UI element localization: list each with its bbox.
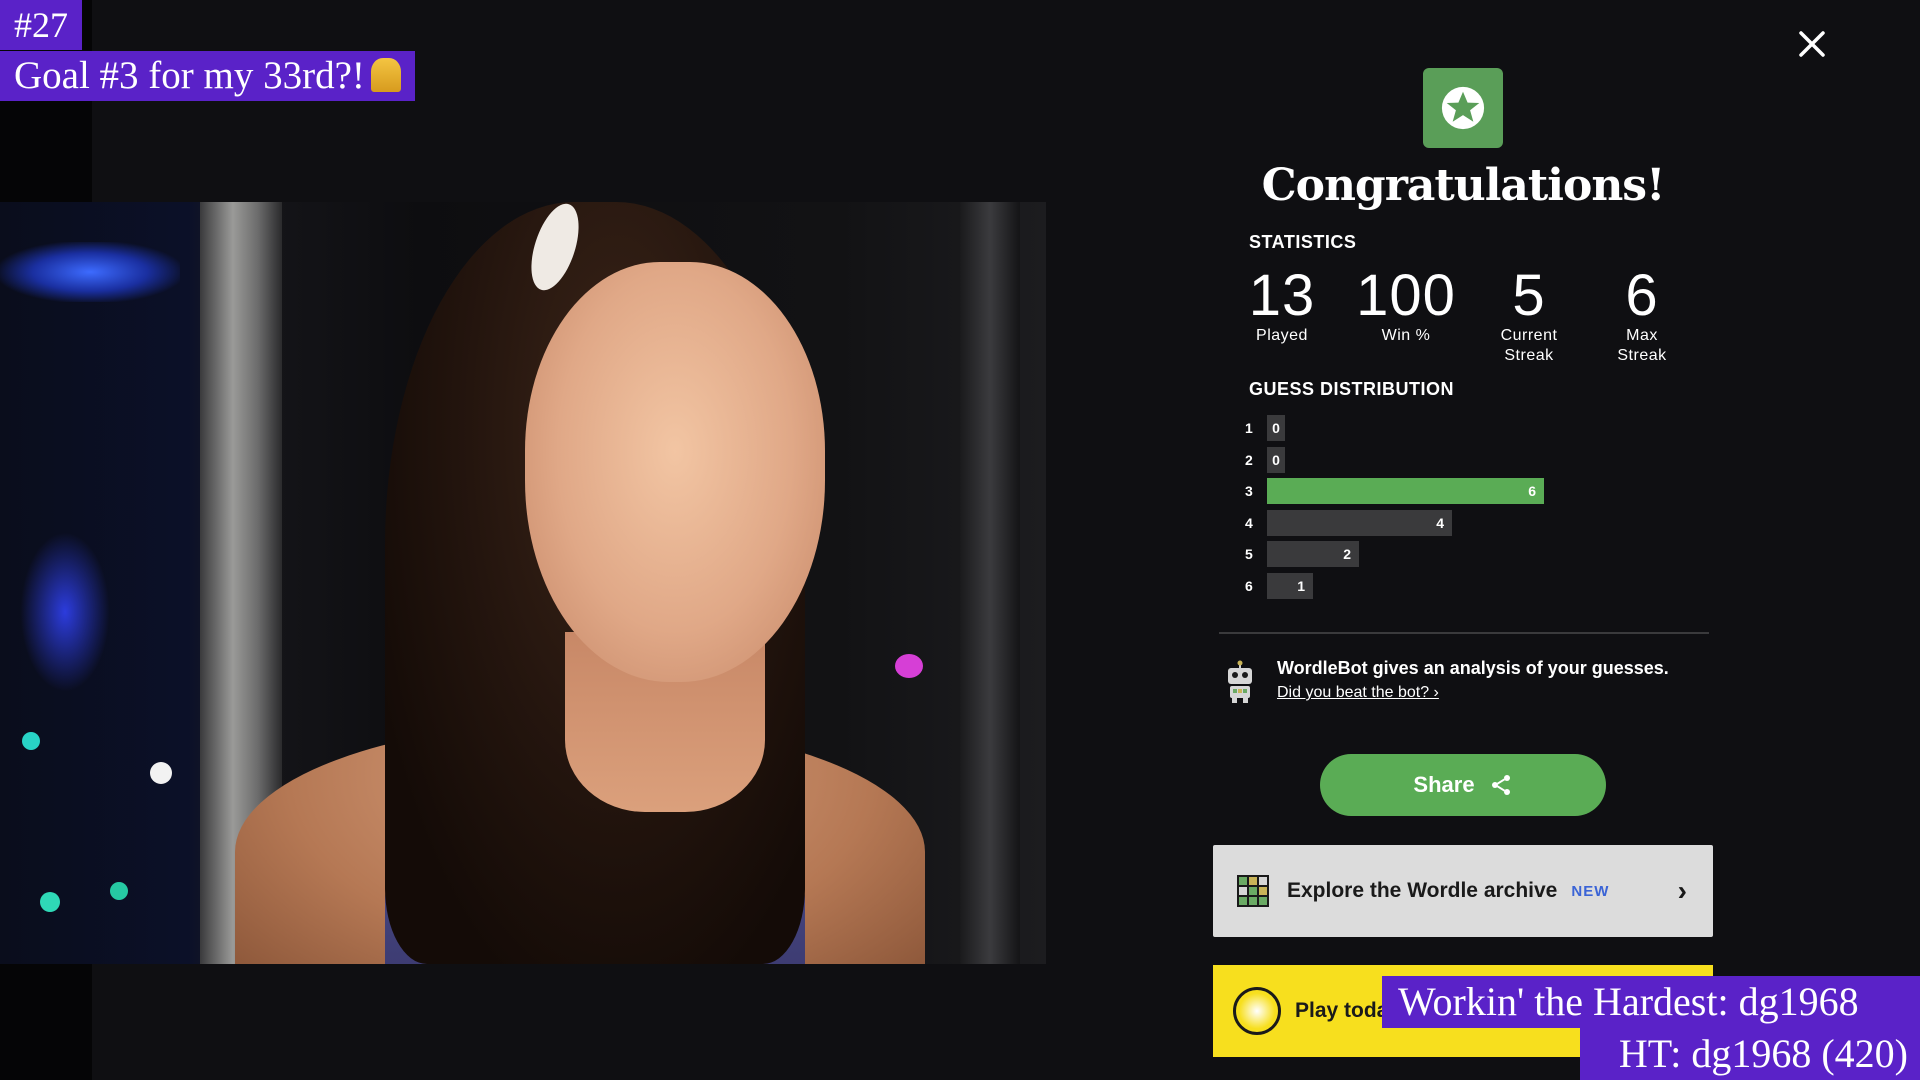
distribution-row: 52 [1245, 541, 1359, 567]
hype-train-overlay: HT: dg1968 (420) [1580, 1028, 1920, 1080]
distribution-row: 61 [1245, 572, 1313, 599]
wordlebot-description: WordleBot gives an analysis of your gues… [1277, 658, 1669, 678]
distribution-bar: 6 [1267, 478, 1544, 504]
new-badge: NEW [1571, 882, 1610, 900]
city-light [40, 892, 60, 912]
distribution-bar: 0 [1267, 446, 1285, 473]
achievement-badge [1423, 68, 1503, 148]
distribution-row: 10 [1245, 415, 1285, 441]
guess-number: 1 [1245, 420, 1253, 436]
stat-label: Current Streak [1500, 327, 1558, 364]
guess-number: 6 [1245, 577, 1253, 594]
modal-title: Congratulations! [1261, 160, 1666, 211]
city-light [20, 532, 110, 692]
stat-value: 6 [1625, 263, 1659, 328]
window-frame [960, 202, 1020, 964]
stat-label: Win % [1381, 327, 1431, 344]
archive-label: Explore the Wordle archive [1287, 879, 1558, 902]
goal-text: Goal #3 for my 33rd?! [14, 54, 365, 97]
stat-played: 13 Played [1240, 266, 1324, 346]
wordle-archive-button[interactable]: Explore the Wordle archive NEW › [1213, 845, 1713, 937]
stream-goal: Goal #3 for my 33rd?! [0, 51, 415, 101]
statistics-heading: STATISTICS [1249, 232, 1357, 252]
stat-value: 5 [1512, 263, 1546, 328]
share-icon [1491, 775, 1510, 795]
streamer [235, 202, 925, 964]
distribution-bar: 2 [1267, 541, 1359, 567]
close-icon [1799, 31, 1825, 57]
distribution-row: 20 [1245, 446, 1285, 473]
chevron-right-icon: › [1677, 875, 1687, 906]
guess-number: 3 [1245, 483, 1253, 499]
stat-label: Played [1256, 327, 1308, 344]
distribution-row: 44 [1245, 509, 1452, 536]
city-light [0, 242, 180, 302]
wordlebot-icon [1228, 660, 1252, 703]
wordlebot-link[interactable]: Did you beat the bot? › [1277, 684, 1439, 702]
webcam-feed [0, 202, 1046, 964]
wordle-grid-icon [1237, 875, 1269, 907]
stat-max-streak: 6 Max Streak [1600, 266, 1684, 366]
stat-value: 13 [1248, 263, 1316, 328]
distribution-bar: 4 [1267, 509, 1452, 536]
distribution-bar: 0 [1267, 415, 1285, 441]
guess-number: 2 [1245, 451, 1253, 468]
city-light [110, 882, 128, 900]
bee-icon [1233, 987, 1281, 1035]
guess-number: 5 [1245, 546, 1253, 562]
hardest-worker-overlay: Workin' the Hardest: dg1968 [1382, 976, 1920, 1028]
stat-value: 100 [1356, 263, 1456, 328]
praying-hands-icon [370, 58, 401, 92]
divider [1219, 632, 1709, 634]
streamer-face [525, 262, 825, 682]
star-icon [1441, 86, 1485, 130]
distribution-bar: 1 [1267, 572, 1313, 599]
close-button[interactable] [1794, 28, 1830, 64]
stream-counter: #27 [0, 0, 82, 50]
stat-current-streak: 5 Current Streak [1488, 266, 1570, 366]
city-light [150, 762, 172, 784]
share-button[interactable]: Share [1320, 754, 1606, 816]
distribution-heading: GUESS DISTRIBUTION [1249, 379, 1455, 399]
guess-number: 4 [1245, 514, 1253, 531]
share-label: Share [1413, 772, 1475, 797]
stat-win-percent: 100 Win % [1348, 266, 1464, 346]
distribution-row: 36 [1245, 478, 1544, 504]
city-light [22, 732, 40, 750]
stat-label: Max Streak [1617, 327, 1667, 364]
